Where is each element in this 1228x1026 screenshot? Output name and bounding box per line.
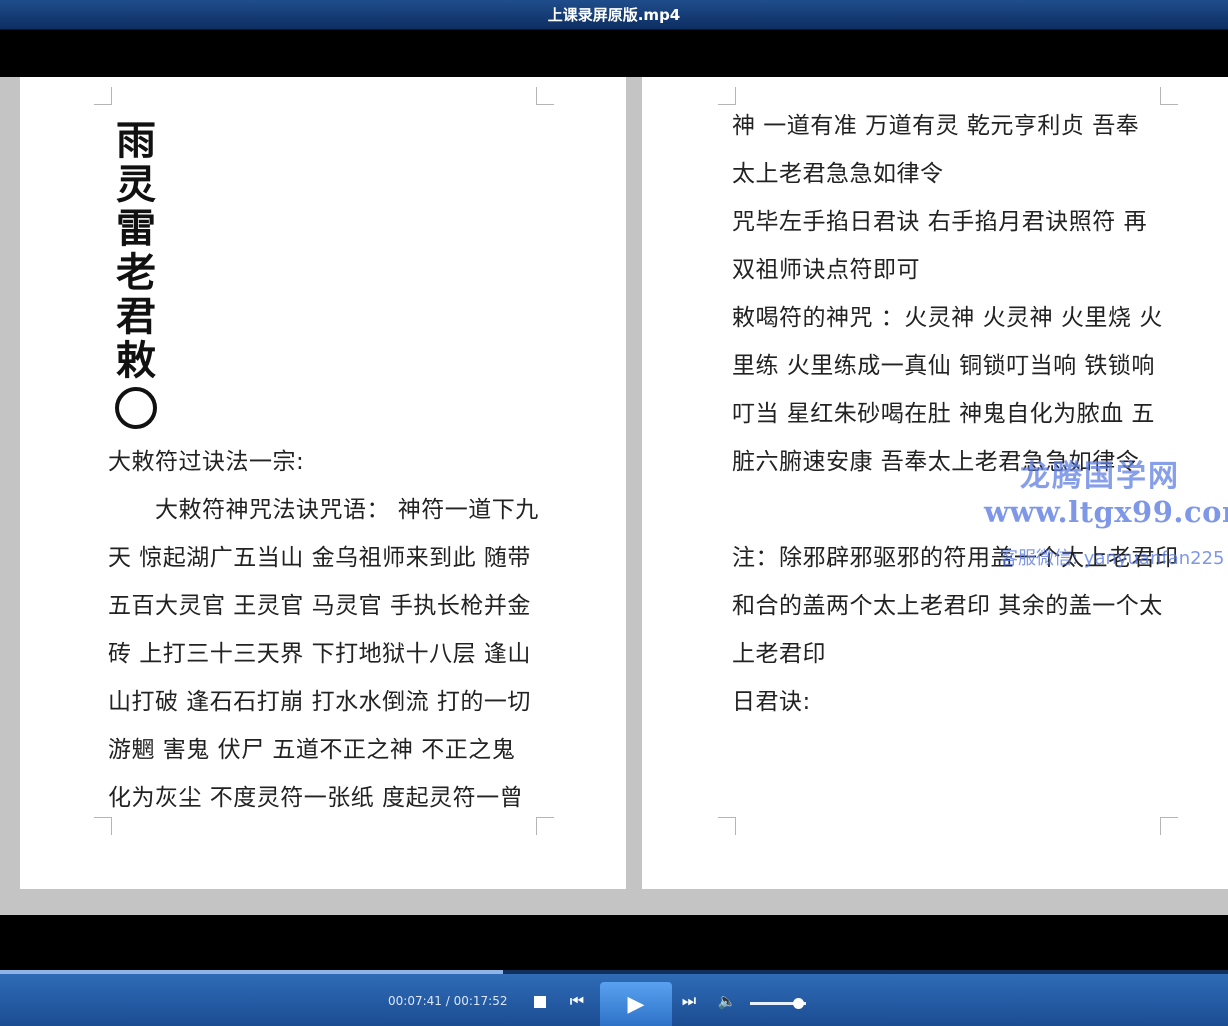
player-controls: 00:07:41 / 00:17:52 ⏮ ▶ ⏭ 🔈: [0, 974, 1228, 1026]
text-line: 大敕符过诀法一宗:: [108, 449, 305, 475]
text-line: 里练 火里练成一真仙 铜锁叮当响 铁锁响: [732, 353, 1155, 379]
text-line: 山打破 逢石石打崩 打水水倒流 打的一切: [108, 689, 531, 715]
left-page-text: 大敕符过诀法一宗: 大敕符神咒法诀咒语： 神符一道下九 天 惊起湖广五当山 金乌…: [108, 438, 539, 822]
volume-button[interactable]: 🔈: [716, 990, 738, 1012]
page-corner-mark: [94, 87, 112, 105]
text-line: 砖 上打三十三天界 下打地狱十八层 逢山: [108, 641, 531, 667]
text-line: 游魍 害鬼 伏尸 五道不正之神 不正之鬼: [108, 737, 516, 763]
stop-button[interactable]: [530, 992, 550, 1012]
text-line: 咒毕左手掐日君诀 右手掐月君诀照符 再: [732, 209, 1148, 235]
play-icon: ▶: [627, 991, 645, 1017]
page-corner-mark: [1160, 817, 1178, 835]
text-line: 双祖师诀点符即可: [732, 257, 920, 283]
skip-back-icon: ⏮: [569, 991, 585, 1010]
text-line: 五百大灵官 王灵官 马灵官 手执长枪并金: [108, 593, 531, 619]
talisman-image: 雨 灵 雷 老 君 敕: [112, 119, 160, 429]
text-line: 日君诀:: [732, 689, 811, 715]
video-letterbox-top: [0, 30, 1228, 77]
window-titlebar: 上课录屏原版.mp4: [0, 0, 1228, 30]
previous-button[interactable]: ⏮: [566, 990, 588, 1012]
text-line: 天 惊起湖广五当山 金乌祖师来到此 随带: [108, 545, 531, 571]
document-page-left: 雨 灵 雷 老 君 敕 大敕符过诀法一宗: 大敕符神咒法诀咒语： 神符一道下九 …: [20, 77, 626, 889]
text-line: 大敕符神咒法诀咒语： 神符一道下九: [108, 497, 539, 523]
volume-slider-handle[interactable]: [792, 998, 804, 1009]
skip-forward-icon: ⏭: [681, 991, 697, 1010]
next-button[interactable]: ⏭: [678, 990, 700, 1012]
text-line: 化为灰尘 不度灵符一张纸 度起灵符一曾: [108, 785, 524, 811]
text-line: 太上老君急急如律令: [732, 161, 944, 187]
text-line: 敕喝符的神咒 ：火灵神 火灵神 火里烧 火: [732, 305, 1163, 331]
right-page-text: 神 一道有准 万道有灵 乾元亨利贞 吾奉 太上老君急急如律令 咒毕左手掐日君诀 …: [732, 102, 1179, 726]
time-display: 00:07:41 / 00:17:52: [388, 994, 508, 1008]
window-title: 上课录屏原版.mp4: [547, 6, 681, 24]
stop-icon: [534, 996, 546, 1008]
watermark-contact: 客服微信: yanyuanfan225: [1000, 548, 1225, 569]
video-letterbox-bottom: [0, 915, 1228, 970]
speaker-icon: 🔈: [717, 992, 737, 1010]
watermark-url: www.ltgx99.com: [984, 495, 1228, 529]
text-line: 上老君印: [732, 641, 826, 667]
text-line: 神 一道有准 万道有灵 乾元亨利贞 吾奉: [732, 113, 1140, 139]
page-corner-mark: [536, 87, 554, 105]
watermark-site-name: 龙腾国学网: [1020, 459, 1180, 494]
text-line: 叮当 星红朱砂喝在肚 神鬼自化为脓血 五: [732, 401, 1155, 427]
text-line: 和合的盖两个太上老君印 其余的盖一个太: [732, 593, 1163, 619]
page-corner-mark: [718, 817, 736, 835]
play-button[interactable]: ▶: [600, 982, 672, 1026]
seal-symbol: [115, 387, 157, 429]
